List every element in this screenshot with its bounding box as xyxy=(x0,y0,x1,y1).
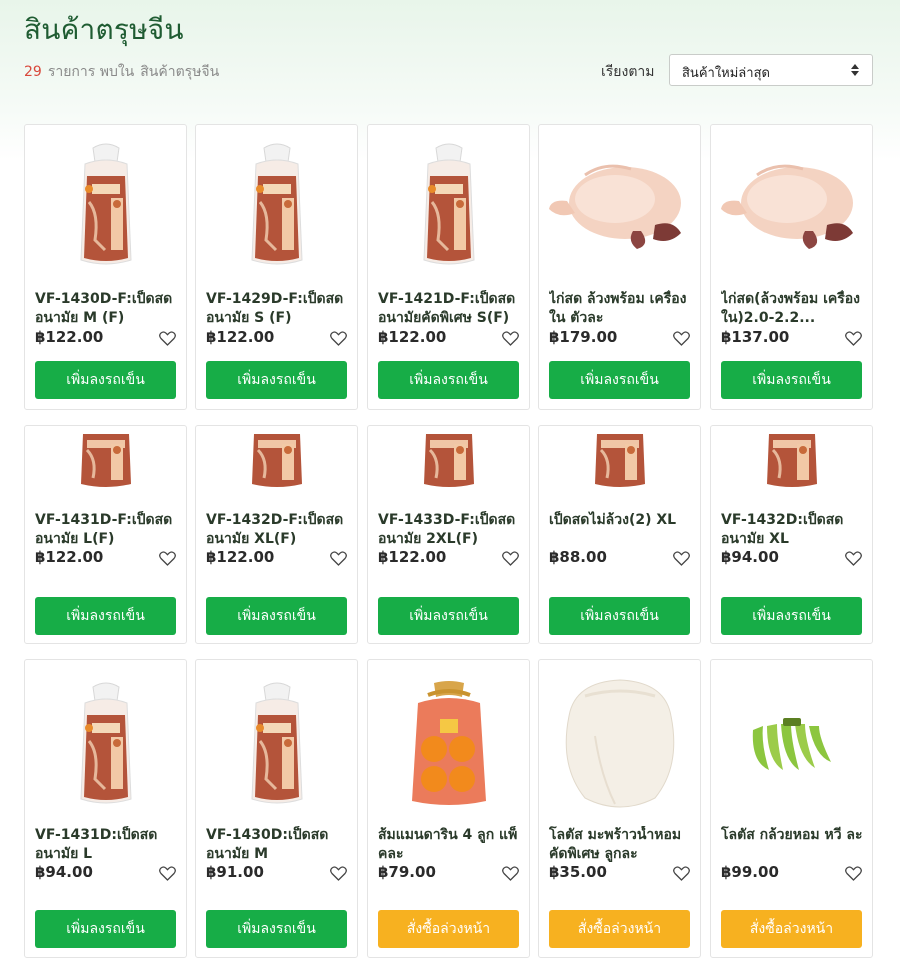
product-card[interactable]: VF-1430D-F:เป็ดสด อนามัย M (F) ฿122.00 เ… xyxy=(24,124,187,410)
add-to-cart-button[interactable]: เพิ่มลงรถเข็น xyxy=(378,361,519,399)
product-price: ฿179.00 xyxy=(549,328,618,346)
product-price: ฿122.00 xyxy=(35,548,104,566)
product-image[interactable] xyxy=(368,670,529,818)
heart-icon[interactable] xyxy=(330,331,347,346)
sort-select[interactable]: สินค้าใหม่ล่าสุด xyxy=(669,54,873,86)
product-price: ฿122.00 xyxy=(378,328,447,346)
product-name[interactable]: โลตัส กล้วยหอม หวี ละ xyxy=(721,826,864,845)
add-to-cart-button[interactable]: เพิ่มลงรถเข็น xyxy=(206,910,347,948)
product-image[interactable] xyxy=(711,670,872,818)
product-card[interactable]: VF-1433D-F:เป็ดสด อนามัย 2XL(F) ฿122.00 … xyxy=(367,425,530,644)
product-card[interactable]: เป็ดสดไม่ล้วง(2) XL ฿88.00 เพิ่มลงรถเข็น xyxy=(538,425,701,644)
product-price: ฿35.00 xyxy=(549,863,607,881)
sort-label: เรียงตาม xyxy=(601,64,655,80)
add-to-cart-button[interactable]: เพิ่มลงรถเข็น xyxy=(549,361,690,399)
product-card[interactable]: โลตัส มะพร้าวน้ำหอม คัดพิเศษ ลูกละ ฿35.0… xyxy=(538,659,701,958)
product-image[interactable] xyxy=(368,135,529,275)
heart-icon[interactable] xyxy=(845,866,862,881)
product-price: ฿94.00 xyxy=(721,548,779,566)
product-name[interactable]: เป็ดสดไม่ล้วง(2) XL xyxy=(549,511,692,530)
preorder-button[interactable]: สั่งซื้อล่วงหน้า xyxy=(378,910,519,948)
product-price: ฿122.00 xyxy=(206,548,275,566)
result-text: รายการ พบใน xyxy=(47,64,135,80)
heart-icon[interactable] xyxy=(330,551,347,566)
add-to-cart-button[interactable]: เพิ่มลงรถเข็น xyxy=(721,361,862,399)
add-to-cart-button[interactable]: เพิ่มลงรถเข็น xyxy=(549,597,690,635)
result-category: สินค้าตรุษจีน xyxy=(140,64,220,80)
product-name[interactable]: VF-1433D-F:เป็ดสด อนามัย 2XL(F) xyxy=(378,511,521,549)
product-image[interactable] xyxy=(711,135,872,275)
add-to-cart-button[interactable]: เพิ่มลงรถเข็น xyxy=(35,597,176,635)
heart-icon[interactable] xyxy=(159,331,176,346)
product-name[interactable]: VF-1431D-F:เป็ดสด อนามัย L(F) xyxy=(35,511,178,549)
add-to-cart-button[interactable]: เพิ่มลงรถเข็น xyxy=(378,597,519,635)
product-name[interactable]: ไก่สด(ล้วงพร้อม เครื่องใน)2.0-2.2... xyxy=(721,290,864,328)
product-name[interactable]: ไก่สด ล้วงพร้อม เครื่องใน ตัวละ xyxy=(549,290,692,328)
product-price: ฿94.00 xyxy=(35,863,93,881)
sort-select-value: สินค้าใหม่ล่าสุด xyxy=(682,66,770,81)
product-image[interactable] xyxy=(196,434,357,488)
product-name[interactable]: VF-1429D-F:เป็ดสด อนามัย S (F) xyxy=(206,290,349,328)
product-name[interactable]: VF-1431D:เป็ดสด อนามัย L xyxy=(35,826,178,864)
heart-icon[interactable] xyxy=(845,551,862,566)
product-image[interactable] xyxy=(25,434,186,488)
product-price: ฿79.00 xyxy=(378,863,436,881)
heart-icon[interactable] xyxy=(673,866,690,881)
product-price: ฿88.00 xyxy=(549,548,607,566)
heart-icon[interactable] xyxy=(845,331,862,346)
product-image[interactable] xyxy=(196,670,357,818)
product-name[interactable]: VF-1421D-F:เป็ดสด อนามัยคัดพิเศษ S(F) xyxy=(378,290,521,328)
product-price: ฿99.00 xyxy=(721,863,779,881)
product-card[interactable]: VF-1429D-F:เป็ดสด อนามัย S (F) ฿122.00 เ… xyxy=(195,124,358,410)
result-count: 29 xyxy=(24,64,42,80)
product-card[interactable]: ส้มแมนดาริน 4 ลูก แพ็คละ ฿79.00 สั่งซื้อ… xyxy=(367,659,530,958)
heart-icon[interactable] xyxy=(673,551,690,566)
page-title: สินค้าตรุษจีน xyxy=(24,13,184,46)
heart-icon[interactable] xyxy=(502,331,519,346)
product-name[interactable]: VF-1430D:เป็ดสด อนามัย M xyxy=(206,826,349,864)
product-name[interactable]: ส้มแมนดาริน 4 ลูก แพ็คละ xyxy=(378,826,521,864)
product-name[interactable]: VF-1432D-F:เป็ดสด อนามัย XL(F) xyxy=(206,511,349,549)
heart-icon[interactable] xyxy=(330,866,347,881)
product-card[interactable]: VF-1431D:เป็ดสด อนามัย L ฿94.00 เพิ่มลงร… xyxy=(24,659,187,958)
product-image[interactable] xyxy=(539,135,700,275)
preorder-button[interactable]: สั่งซื้อล่วงหน้า xyxy=(549,910,690,948)
product-price: ฿122.00 xyxy=(35,328,104,346)
product-card[interactable]: VF-1430D:เป็ดสด อนามัย M ฿91.00 เพิ่มลงร… xyxy=(195,659,358,958)
product-price: ฿91.00 xyxy=(206,863,264,881)
product-card[interactable]: ไก่สด ล้วงพร้อม เครื่องใน ตัวละ ฿179.00 … xyxy=(538,124,701,410)
heart-icon[interactable] xyxy=(673,331,690,346)
product-image[interactable] xyxy=(25,670,186,818)
product-price: ฿122.00 xyxy=(378,548,447,566)
add-to-cart-button[interactable]: เพิ่มลงรถเข็น xyxy=(35,361,176,399)
product-name[interactable]: VF-1430D-F:เป็ดสด อนามัย M (F) xyxy=(35,290,178,328)
product-image[interactable] xyxy=(196,135,357,275)
product-price: ฿122.00 xyxy=(206,328,275,346)
add-to-cart-button[interactable]: เพิ่มลงรถเข็น xyxy=(206,361,347,399)
product-price: ฿137.00 xyxy=(721,328,790,346)
product-image[interactable] xyxy=(711,434,872,488)
product-name[interactable]: VF-1432D:เป็ดสด อนามัย XL xyxy=(721,511,864,549)
result-summary: 29 รายการ พบใน สินค้าตรุษจีน xyxy=(24,61,219,83)
select-arrows-icon xyxy=(850,63,860,77)
heart-icon[interactable] xyxy=(159,866,176,881)
product-card[interactable]: VF-1432D-F:เป็ดสด อนามัย XL(F) ฿122.00 เ… xyxy=(195,425,358,644)
product-card[interactable]: VF-1432D:เป็ดสด อนามัย XL ฿94.00 เพิ่มลง… xyxy=(710,425,873,644)
heart-icon[interactable] xyxy=(159,551,176,566)
add-to-cart-button[interactable]: เพิ่มลงรถเข็น xyxy=(206,597,347,635)
product-image[interactable] xyxy=(25,135,186,275)
preorder-button[interactable]: สั่งซื้อล่วงหน้า xyxy=(721,910,862,948)
product-image[interactable] xyxy=(539,670,700,818)
product-name[interactable]: โลตัส มะพร้าวน้ำหอม คัดพิเศษ ลูกละ xyxy=(549,826,692,864)
product-card[interactable]: VF-1431D-F:เป็ดสด อนามัย L(F) ฿122.00 เพ… xyxy=(24,425,187,644)
product-image[interactable] xyxy=(539,434,700,488)
product-card[interactable]: VF-1421D-F:เป็ดสด อนามัยคัดพิเศษ S(F) ฿1… xyxy=(367,124,530,410)
add-to-cart-button[interactable]: เพิ่มลงรถเข็น xyxy=(35,910,176,948)
product-card[interactable]: โลตัส กล้วยหอม หวี ละ ฿99.00 สั่งซื้อล่ว… xyxy=(710,659,873,958)
heart-icon[interactable] xyxy=(502,551,519,566)
add-to-cart-button[interactable]: เพิ่มลงรถเข็น xyxy=(721,597,862,635)
product-image[interactable] xyxy=(368,434,529,488)
product-card[interactable]: ไก่สด(ล้วงพร้อม เครื่องใน)2.0-2.2... ฿13… xyxy=(710,124,873,410)
heart-icon[interactable] xyxy=(502,866,519,881)
